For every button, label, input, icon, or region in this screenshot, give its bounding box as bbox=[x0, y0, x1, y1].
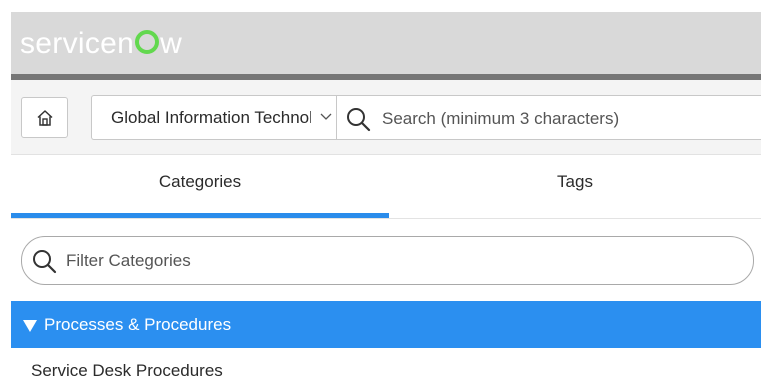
tab-divider bbox=[11, 218, 761, 219]
servicenow-logo[interactable]: servicen w bbox=[20, 27, 183, 60]
filter-categories-input[interactable] bbox=[64, 248, 718, 274]
logo-text-prefix: servicen bbox=[20, 27, 135, 60]
knowledge-search-field[interactable] bbox=[336, 95, 761, 140]
category-item-service-desk-procedures[interactable]: Service Desk Procedures bbox=[31, 361, 223, 381]
search-icon bbox=[347, 108, 371, 132]
logo-text-suffix: w bbox=[160, 27, 183, 60]
home-icon bbox=[36, 109, 53, 126]
knowledge-base-select[interactable]: Global Information Technology bbox=[91, 95, 336, 140]
triangle-down-icon[interactable] bbox=[23, 319, 37, 332]
search-icon bbox=[33, 250, 57, 274]
chevron-down-icon bbox=[320, 113, 332, 120]
home-button[interactable] bbox=[21, 97, 68, 138]
logo-o-ring bbox=[135, 30, 160, 54]
search-input[interactable] bbox=[380, 106, 754, 132]
category-group-processes-procedures[interactable]: Processes & Procedures bbox=[11, 301, 761, 348]
filter-categories-field[interactable] bbox=[21, 236, 754, 285]
tab-tags-label: Tags bbox=[557, 172, 593, 191]
knowledge-base-selected-value: Global Information Technology bbox=[111, 107, 311, 127]
tab-tags[interactable]: Tags bbox=[389, 172, 761, 220]
category-group-label: Processes & Procedures bbox=[44, 314, 232, 334]
servicenow-knowledge-page: servicenw Global Information Technology … bbox=[0, 0, 761, 389]
